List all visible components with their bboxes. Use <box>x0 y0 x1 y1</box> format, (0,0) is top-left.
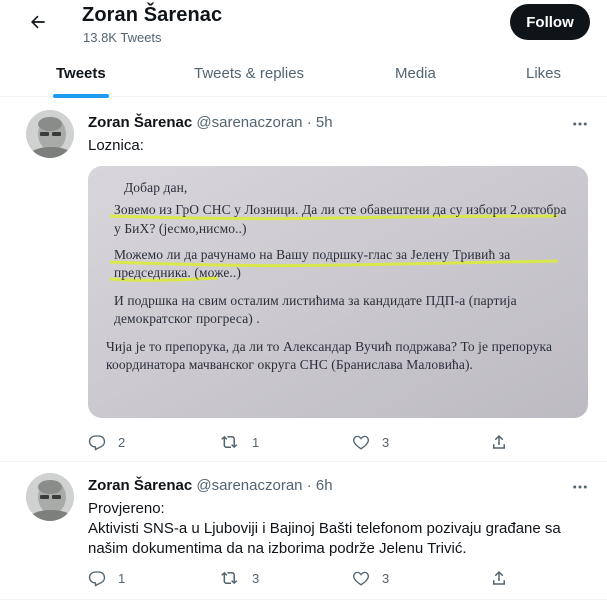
reply-icon <box>88 435 106 451</box>
tweet-time[interactable]: 6h <box>316 477 333 494</box>
arrow-left-icon <box>31 15 45 29</box>
author-name[interactable]: Zoran Šarenac <box>88 477 192 494</box>
tweet-count: 13.8K Tweets <box>83 30 162 45</box>
share-button[interactable] <box>490 430 508 454</box>
tweet[interactable]: Zoran Šarenac @sarenaczoran · 5h Loznica… <box>0 98 607 462</box>
more-horizontal-icon <box>573 122 587 126</box>
tweet-text: Provjereno: Aktivisti SNS-a u Ljuboviji … <box>88 499 588 559</box>
letter-line: у БиХ? (јесмо,нисмо..) <box>114 221 247 236</box>
avatar-photo <box>26 110 74 158</box>
tweet[interactable]: Zoran Šarenac @sarenaczoran · 6h Provjer… <box>0 463 607 600</box>
separator-dot: · <box>306 114 312 131</box>
like-count: 3 <box>382 434 390 450</box>
tweet-text: Loznica: <box>88 136 588 156</box>
tweet-media-photo[interactable]: Добар дан, Зовемо из ГрО СНС у Лозници. … <box>88 166 588 418</box>
reply-count: 1 <box>118 570 126 586</box>
tweet-text-line: Loznica: <box>88 137 144 154</box>
tab-likes[interactable]: Likes <box>526 50 561 97</box>
avatar[interactable] <box>26 110 74 158</box>
like-count: 3 <box>382 570 390 586</box>
reply-button[interactable]: 2 <box>88 430 125 454</box>
retweet-count: 1 <box>252 434 260 450</box>
retweet-button[interactable]: 1 <box>220 430 259 454</box>
letter-line: Зовемо из ГрО СНС у Лозници. Да ли сте о… <box>114 202 567 217</box>
profile-tabs: Tweets Tweets & replies Media Likes <box>0 50 607 98</box>
heart-icon <box>353 435 369 450</box>
letter-line: председника. (може..) <box>114 265 241 280</box>
tweet-text-line: našim dokumentima da na izborima podrže … <box>88 540 467 557</box>
tweet-text-line: Provjereno: <box>88 500 165 517</box>
avatar-photo <box>26 473 74 521</box>
letter-line: И подршка на свим осталим листићима за к… <box>114 293 517 308</box>
retweet-button[interactable]: 3 <box>220 566 259 590</box>
letter-line: координатора мачванског округа СНС (Бран… <box>106 357 474 372</box>
tweet-actions: 1 3 3 <box>88 566 588 590</box>
retweet-icon <box>221 435 238 449</box>
share-icon <box>493 434 505 449</box>
separator-dot: · <box>306 477 312 494</box>
profile-name: Zoran Šarenac <box>82 4 223 26</box>
tweet-time[interactable]: 5h <box>316 114 333 131</box>
like-button[interactable]: 3 <box>352 430 389 454</box>
tweet-actions: 2 1 3 <box>88 430 588 454</box>
reply-button[interactable]: 1 <box>88 566 125 590</box>
tab-tweets-and-replies[interactable]: Tweets & replies <box>194 50 304 97</box>
retweet-count: 3 <box>252 570 260 586</box>
share-button[interactable] <box>490 566 508 590</box>
back-button[interactable] <box>22 6 54 38</box>
profile-header: Zoran Šarenac 13.8K Tweets Follow <box>0 0 607 50</box>
letter-line: Чија је то препорука, да ли то Александа… <box>106 339 553 354</box>
more-button[interactable] <box>570 114 590 134</box>
letter-line: Можемо ли да рачунамо на Вашу подршку-гл… <box>114 247 511 262</box>
follow-button[interactable]: Follow <box>510 4 590 40</box>
more-button[interactable] <box>570 477 590 497</box>
reply-count: 2 <box>118 434 126 450</box>
retweet-icon <box>221 571 238 585</box>
tab-media[interactable]: Media <box>395 50 436 97</box>
author-name[interactable]: Zoran Šarenac <box>88 114 192 131</box>
letter-line: Добар дан, <box>124 180 188 195</box>
avatar[interactable] <box>26 473 74 521</box>
like-button[interactable]: 3 <box>352 566 389 590</box>
tab-tweets[interactable]: Tweets <box>56 50 106 97</box>
tweet-text-line: Aktivisti SNS-a u Ljuboviji i Bajinoj Ba… <box>88 520 561 537</box>
share-icon <box>493 570 505 585</box>
reply-icon <box>88 571 106 587</box>
more-horizontal-icon <box>573 485 587 489</box>
tweet-header: Zoran Šarenac @sarenaczoran · 5h <box>88 114 333 131</box>
letter-line: демократског прогреса) . <box>114 311 260 326</box>
author-handle[interactable]: @sarenaczoran <box>196 114 302 131</box>
author-handle[interactable]: @sarenaczoran <box>196 477 302 494</box>
heart-icon <box>353 571 369 586</box>
tweet-header: Zoran Šarenac @sarenaczoran · 6h <box>88 477 333 494</box>
